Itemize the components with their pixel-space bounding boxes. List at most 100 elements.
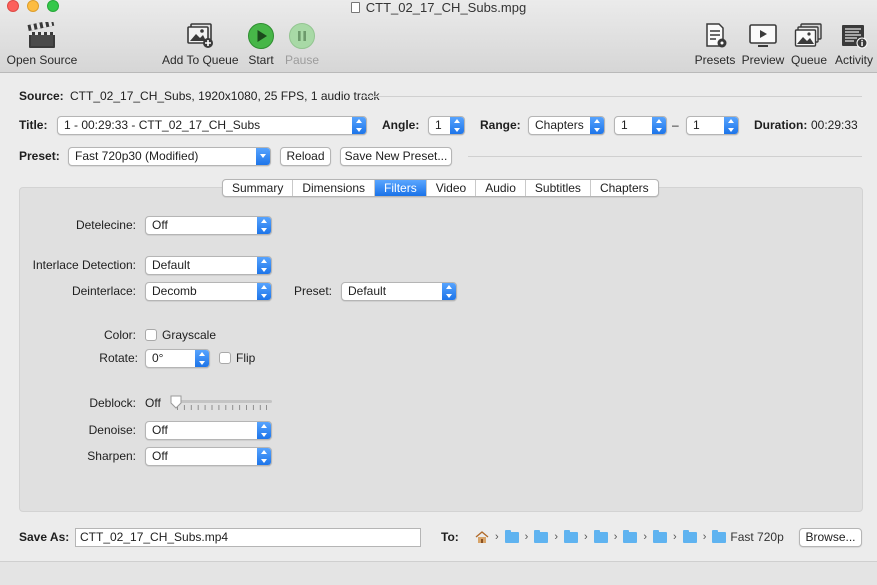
- denoise-popup[interactable]: Off: [145, 421, 272, 440]
- deblock-slider-thumb[interactable]: [170, 395, 182, 409]
- queue-stack-icon: [794, 23, 822, 47]
- tab-subtitles[interactable]: Subtitles: [526, 180, 591, 196]
- reload-button[interactable]: Reload: [280, 147, 331, 166]
- angle-label: Angle:: [382, 118, 420, 132]
- path-last-component: Fast 720p: [730, 530, 784, 544]
- sharpen-label: Sharpen:: [87, 449, 136, 463]
- flip-label: Flip: [236, 351, 256, 365]
- queue-label: Queue: [790, 53, 828, 67]
- updown-arrow-icon: [450, 117, 464, 134]
- presets-label: Presets: [694, 53, 736, 67]
- color-label: Color:: [103, 328, 136, 342]
- preset-label: Preset:: [19, 149, 60, 163]
- duration-value: 00:29:33: [811, 118, 858, 132]
- document-icon: [350, 2, 360, 13]
- updown-arrow-icon: [724, 117, 738, 134]
- pause-icon: [289, 23, 315, 49]
- save-new-preset-button[interactable]: Save New Preset...: [340, 147, 452, 166]
- home-folder-icon: [475, 531, 489, 543]
- deinterlace-preset-label: Preset:: [294, 284, 333, 298]
- save-as-field[interactable]: CTT_02_17_CH_Subs.mp4: [75, 528, 421, 547]
- chevron-down-icon: [256, 148, 270, 165]
- activity-button[interactable]: Activity: [832, 22, 876, 67]
- to-label: To:: [441, 530, 459, 544]
- open-source-label: Open Source: [6, 53, 78, 67]
- tab-filters[interactable]: Filters: [375, 180, 427, 196]
- deinterlace-popup[interactable]: Decomb: [145, 282, 272, 301]
- clapperboard-icon: [27, 22, 55, 48]
- range-label: Range:: [480, 118, 521, 132]
- folder-icon: [564, 529, 579, 543]
- start-button[interactable]: Start: [243, 22, 279, 67]
- interlace-detection-popup[interactable]: Default: [145, 256, 272, 275]
- toolbar: CTT_02_17_CH_Subs.mpg Open Source Add To…: [0, 0, 877, 73]
- play-icon: [248, 23, 274, 49]
- folder-icon: [623, 529, 638, 543]
- deinterlace-preset-popup[interactable]: Default: [341, 282, 457, 301]
- rotate-popup[interactable]: 0°: [145, 349, 210, 368]
- angle-popup[interactable]: 1: [428, 116, 465, 135]
- source-value: CTT_02_17_CH_Subs, 1920x1080, 25 FPS, 1 …: [70, 89, 380, 103]
- updown-arrow-icon: [652, 117, 666, 134]
- updown-arrow-icon: [195, 350, 209, 367]
- folder-icon: [682, 529, 697, 543]
- source-label: Source:: [19, 89, 64, 103]
- updown-arrow-icon: [257, 448, 271, 465]
- updown-arrow-icon: [257, 422, 271, 439]
- pause-button[interactable]: Pause: [283, 22, 321, 67]
- deblock-slider-track[interactable]: [172, 400, 272, 403]
- denoise-label: Denoise:: [88, 423, 136, 437]
- destination-path[interactable]: › › › › › › › › Fast 720p: [475, 529, 791, 545]
- rotate-label: Rotate:: [99, 351, 138, 365]
- range-popup[interactable]: Chapters: [528, 116, 605, 135]
- divider: [468, 156, 862, 157]
- folder-icon: [593, 529, 608, 543]
- tab-dimensions[interactable]: Dimensions: [293, 180, 376, 196]
- title-popup[interactable]: 1 - 00:29:33 - CTT_02_17_CH_Subs: [57, 116, 367, 135]
- range-start-popup[interactable]: 1: [614, 116, 667, 135]
- status-bar: [0, 561, 877, 585]
- deblock-value: Off: [145, 396, 161, 410]
- updown-arrow-icon: [257, 283, 271, 300]
- deblock-slider-ticks: [177, 405, 267, 410]
- folder-icon: [534, 529, 549, 543]
- detelecine-popup[interactable]: Off: [145, 216, 272, 235]
- sharpen-popup[interactable]: Off: [145, 447, 272, 466]
- browse-button[interactable]: Browse...: [799, 528, 862, 547]
- open-source-button[interactable]: Open Source: [6, 22, 78, 67]
- range-end-popup[interactable]: 1: [686, 116, 739, 135]
- preset-popup[interactable]: Fast 720p30 (Modified): [68, 147, 271, 166]
- updown-arrow-icon: [352, 117, 366, 134]
- activity-label: Activity: [834, 53, 873, 67]
- tab-chapters[interactable]: Chapters: [591, 180, 658, 196]
- tab-summary[interactable]: Summary: [223, 180, 294, 196]
- preview-button[interactable]: Preview: [740, 22, 786, 67]
- interlace-detection-label: Interlace Detection:: [32, 258, 136, 272]
- flip-checkbox[interactable]: [219, 352, 231, 364]
- add-photo-icon: [187, 23, 213, 48]
- preview-label: Preview: [741, 53, 785, 67]
- detelecine-label: Detelecine:: [75, 218, 136, 232]
- presets-button[interactable]: Presets: [693, 22, 737, 67]
- updown-arrow-icon: [257, 217, 271, 234]
- presets-list-icon: [706, 23, 727, 48]
- title-label: Title:: [19, 118, 48, 132]
- grayscale-label: Grayscale: [162, 328, 217, 342]
- tab-video[interactable]: Video: [427, 180, 477, 196]
- folder-icon: [653, 529, 668, 543]
- grayscale-checkbox[interactable]: [145, 329, 157, 341]
- divider: [363, 96, 862, 97]
- save-as-label: Save As:: [19, 530, 70, 544]
- queue-button[interactable]: Queue: [789, 22, 829, 67]
- folder-icon: [712, 529, 727, 543]
- monitor-play-icon: [749, 24, 777, 47]
- add-to-queue-label: Add To Queue: [162, 53, 239, 67]
- updown-arrow-icon: [257, 257, 271, 274]
- updown-arrow-icon: [590, 117, 604, 134]
- deblock-label: Deblock:: [89, 396, 136, 410]
- updown-arrow-icon: [442, 283, 456, 300]
- pause-label: Pause: [284, 53, 320, 67]
- tab-audio[interactable]: Audio: [476, 180, 526, 196]
- add-to-queue-button[interactable]: Add To Queue: [162, 22, 239, 67]
- folder-icon: [504, 529, 519, 543]
